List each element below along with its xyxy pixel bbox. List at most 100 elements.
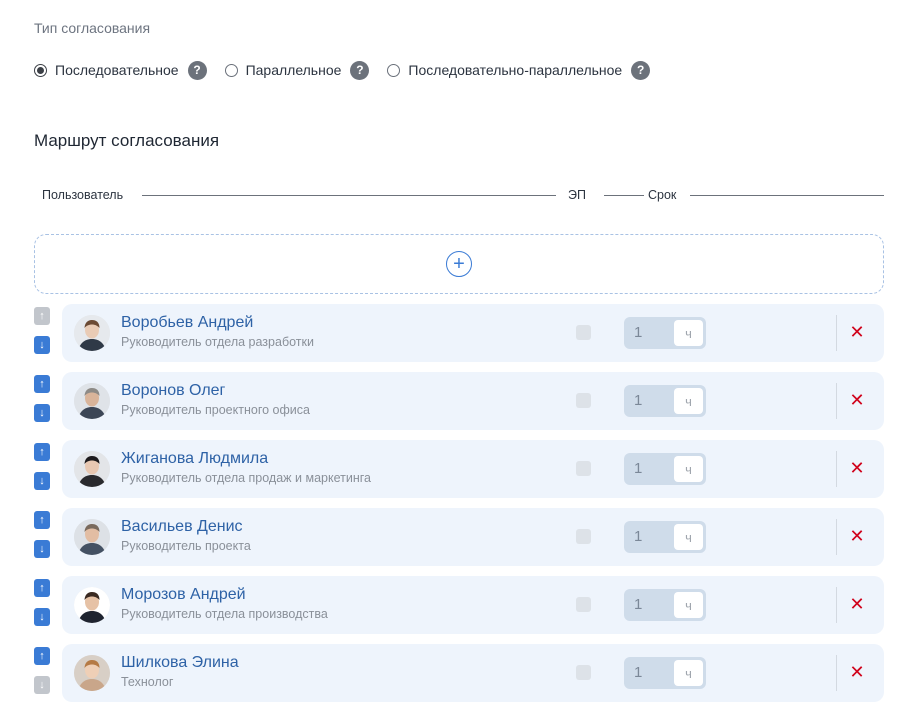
approval-type-label: Тип согласования [34, 20, 151, 36]
arrow-up-icon[interactable]: ↑ [34, 511, 50, 529]
term-value[interactable]: 1 [634, 596, 642, 613]
approver-row: ↑ ↓ Васильев Денис Руководитель проекта 1 ч ✕ [34, 508, 884, 566]
avatar [74, 315, 110, 351]
ep-checkbox[interactable] [576, 665, 591, 680]
approver-row: ↑ ↓ Воронов Олег Руководитель проектного оф… [34, 372, 884, 430]
approver-role: Руководитель отдела производства [121, 607, 328, 621]
approver-row: ↑ ↓ Жиганова Людмила Руководитель отдела пр… [34, 440, 884, 498]
term-unit: ч [674, 456, 703, 482]
term-field[interactable]: 1ч [624, 521, 706, 553]
arrow-down-icon[interactable]: ↓ [34, 608, 50, 626]
arrow-down-icon[interactable]: ↓ [34, 540, 50, 558]
term-unit: ч [674, 592, 703, 618]
approver-name[interactable]: Морозов Андрей [121, 586, 246, 604]
close-icon[interactable]: ✕ [848, 456, 866, 480]
arrow-down-icon[interactable]: ↓ [34, 336, 50, 354]
avatar [74, 655, 110, 691]
approver-role: Руководитель отдела разработки [121, 335, 314, 349]
question-circle-icon[interactable]: ? [631, 60, 651, 80]
term-value[interactable]: 1 [634, 528, 642, 545]
approver-card: Шилкова Элина Технолог 1 ч ✕ [62, 644, 884, 702]
ep-checkbox[interactable] [576, 461, 591, 476]
row-divider [836, 451, 837, 487]
term-value[interactable]: 1 [634, 460, 642, 477]
header-divider-line [142, 195, 556, 196]
radio-sequential-parallel-indicator[interactable] [387, 63, 401, 77]
route-column-header: Пользователь ЭП Срок [42, 186, 884, 204]
avatar [74, 451, 110, 487]
avatar-image [74, 519, 110, 555]
column-user-label: Пользователь [42, 186, 124, 204]
approver-name[interactable]: Шилкова Элина [121, 654, 239, 672]
term-field[interactable]: 1ч [624, 657, 706, 689]
close-icon[interactable]: ✕ [848, 660, 866, 684]
radio-parallel[interactable]: Параллельное ? [224, 60, 370, 80]
term-value[interactable]: 1 [634, 324, 642, 341]
term-field[interactable]: 1ч [624, 589, 706, 621]
approver-name[interactable]: Васильев Денис [121, 518, 243, 536]
add-approver-area[interactable]: + [34, 234, 884, 294]
approver-role: Руководитель проектного офиса [121, 403, 310, 417]
close-icon[interactable]: ✕ [848, 320, 866, 344]
arrow-up-icon[interactable]: ↑ [34, 647, 50, 665]
approver-card: Воробьев Андрей Руководитель отдела разра… [62, 304, 884, 362]
ep-checkbox[interactable] [576, 325, 591, 340]
plus-circle-icon[interactable]: + [446, 251, 472, 277]
term-field[interactable]: 1ч [624, 453, 706, 485]
ep-checkbox[interactable] [576, 393, 591, 408]
close-icon[interactable]: ✕ [848, 592, 866, 616]
avatar-image [74, 451, 110, 487]
question-circle-icon[interactable]: ? [350, 60, 370, 80]
approver-role: Технолог [121, 675, 174, 689]
approver-row: ↑ ↓ Морозов Андрей Руководитель отдела прои… [34, 576, 884, 634]
row-divider [836, 383, 837, 419]
column-term-label: Срок [648, 186, 677, 204]
radio-sequential-indicator[interactable] [34, 63, 47, 77]
column-ep-label: ЭП [568, 186, 586, 204]
term-field[interactable]: 1ч [624, 317, 706, 349]
avatar-image [74, 655, 110, 691]
avatar-image [74, 587, 110, 623]
term-unit: ч [674, 524, 703, 550]
approver-name[interactable]: Воронов Олег [121, 382, 225, 400]
approver-name[interactable]: Жиганова Людмила [121, 450, 268, 468]
arrow-up-icon[interactable]: ↑ [34, 443, 50, 461]
arrow-up-icon: ↑ [34, 307, 50, 325]
term-value[interactable]: 1 [634, 664, 642, 681]
row-divider [836, 315, 837, 351]
approval-type-radio-group: Последовательное ? Параллельное ? Послед… [34, 59, 668, 81]
avatar-image [74, 383, 110, 419]
approver-name[interactable]: Воробьев Андрей [121, 314, 253, 332]
ep-checkbox[interactable] [576, 597, 591, 612]
term-field[interactable]: 1ч [624, 385, 706, 417]
term-unit: ч [674, 388, 703, 414]
arrow-down-icon[interactable]: ↓ [34, 404, 50, 422]
avatar [74, 383, 110, 419]
term-value[interactable]: 1 [634, 392, 642, 409]
row-divider [836, 655, 837, 691]
row-divider [836, 519, 837, 555]
close-icon[interactable]: ✕ [848, 388, 866, 412]
arrow-up-icon[interactable]: ↑ [34, 375, 50, 393]
approver-card: Васильев Денис Руководитель проекта 1 ч ✕ [62, 508, 884, 566]
question-circle-icon[interactable]: ? [187, 60, 207, 80]
radio-parallel-indicator[interactable] [224, 63, 238, 77]
approver-card: Жиганова Людмила Руководитель отдела прод… [62, 440, 884, 498]
approver-card: Воронов Олег Руководитель проектного офис… [62, 372, 884, 430]
arrow-down-icon: ↓ [34, 676, 50, 694]
radio-sequential-parallel-label: Последовательно-параллельное [408, 62, 623, 78]
arrow-up-icon[interactable]: ↑ [34, 579, 50, 597]
arrow-down-icon[interactable]: ↓ [34, 472, 50, 490]
close-icon[interactable]: ✕ [848, 524, 866, 548]
radio-sequential-parallel[interactable]: Последовательно-параллельное ? [387, 60, 651, 80]
row-divider [836, 587, 837, 623]
avatar-image [74, 315, 110, 351]
route-title: Маршрут согласования [34, 131, 220, 150]
approver-role: Руководитель проекта [121, 539, 251, 553]
approver-row: ↑ ↓ Воробьев Андрей Руководитель отдела раз… [34, 304, 884, 362]
avatar [74, 587, 110, 623]
header-divider-line [690, 195, 884, 196]
term-unit: ч [674, 660, 703, 686]
ep-checkbox[interactable] [576, 529, 591, 544]
radio-sequential[interactable]: Последовательное ? [34, 60, 207, 80]
